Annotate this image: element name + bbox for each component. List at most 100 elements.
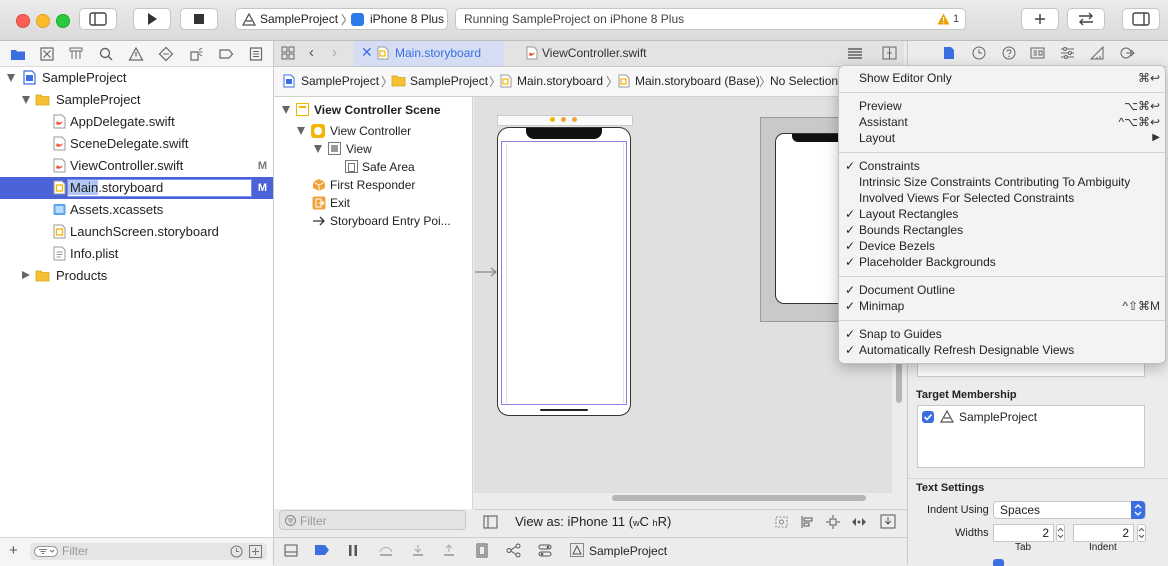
view-hierarchy-icon[interactable]	[475, 543, 489, 558]
breakpoints-toggle-icon[interactable]	[314, 544, 330, 556]
update-frames-icon[interactable]	[774, 515, 789, 529]
menu-item-assistant[interactable]: Assistant ^⌥⌘↩	[839, 114, 1165, 130]
editor-options-lines-icon[interactable]	[847, 47, 863, 60]
split-editor-icon[interactable]	[882, 46, 897, 60]
disclosure-triangle-icon[interactable]	[7, 74, 15, 82]
close-tab-icon[interactable]: ✕	[361, 44, 373, 61]
align-icon[interactable]	[800, 515, 815, 529]
jump-segment-selection[interactable]: No Selection	[770, 74, 838, 88]
tree-row-project[interactable]: SampleProject	[0, 67, 273, 89]
run-button[interactable]	[133, 8, 171, 30]
scheme-selector[interactable]: SampleProject 〉 iPhone 8 Plus	[235, 8, 448, 30]
symbol-hierarchy-icon[interactable]	[68, 46, 84, 62]
file-row-assets[interactable]: Assets.xcassets	[0, 199, 273, 221]
debug-target-label[interactable]: SampleProject	[589, 544, 667, 558]
warning-icon[interactable]	[937, 13, 950, 25]
minimize-window-button[interactable]	[36, 14, 50, 28]
jump-segment-group[interactable]: SampleProject	[410, 74, 488, 88]
dock-view-controller-icon[interactable]	[550, 117, 555, 122]
canvas-horizontal-scrollbar[interactable]	[612, 495, 866, 501]
dock-first-responder-icon[interactable]	[561, 117, 566, 122]
tree-row-products[interactable]: Products	[0, 265, 273, 287]
tree-row-group[interactable]: SampleProject	[0, 89, 273, 111]
disclosure-triangle-icon[interactable]	[297, 127, 305, 135]
storyboard-canvas[interactable]	[474, 97, 902, 501]
navigator-filter-field[interactable]: Filter	[30, 543, 267, 560]
report-list-icon[interactable]	[248, 46, 264, 62]
dock-exit-icon[interactable]	[572, 117, 577, 122]
file-row-infoplist[interactable]: Info.plist	[0, 243, 273, 265]
stepper-icon[interactable]	[1137, 524, 1146, 542]
outline-row-entry-point[interactable]: Storyboard Entry Poi...	[274, 212, 472, 230]
menu-item-refresh-designable[interactable]: ✓ Automatically Refresh Designable Views	[839, 342, 1165, 358]
file-row-main-storyboard[interactable]: Main.storyboard M	[0, 177, 273, 199]
menu-item-snap-to-guides[interactable]: ✓ Snap to Guides	[839, 326, 1165, 342]
disclosure-triangle-icon[interactable]	[22, 96, 30, 104]
step-over-icon[interactable]	[378, 544, 394, 557]
outline-filter-field[interactable]: Filter	[279, 510, 466, 530]
stop-button[interactable]	[180, 8, 218, 30]
connections-arrow-icon[interactable]	[1120, 46, 1135, 60]
menu-item-placeholder-backgrounds[interactable]: ✓ Placeholder Backgrounds	[839, 254, 1165, 270]
jump-segment-file[interactable]: Main.storyboard	[517, 74, 603, 88]
menu-item-document-outline[interactable]: ✓ Document Outline	[839, 282, 1165, 298]
step-in-icon[interactable]	[411, 544, 425, 557]
search-icon[interactable]	[98, 46, 114, 62]
jump-segment-project[interactable]: SampleProject	[301, 74, 379, 88]
menu-item-constraints[interactable]: ✓ Constraints	[839, 158, 1165, 174]
navigator-toggle-button[interactable]	[79, 8, 117, 30]
folder-icon[interactable]	[10, 46, 26, 62]
indent-width-field[interactable]: 2	[1073, 524, 1134, 542]
scene-dock[interactable]	[497, 115, 633, 126]
indent-using-select[interactable]: Spaces	[993, 501, 1146, 519]
device-config-label[interactable]: View as: iPhone 11 (wC hR)	[515, 514, 671, 529]
forward-chevron-icon[interactable]: ›	[332, 44, 337, 61]
file-row-appdelegate[interactable]: AppDelegate.swift	[0, 111, 273, 133]
menu-item-intrinsic-size[interactable]: Intrinsic Size Constraints Contributing …	[839, 174, 1165, 190]
file-row-launchscreen[interactable]: LaunchScreen.storyboard	[0, 221, 273, 243]
menu-item-device-bezels[interactable]: ✓ Device Bezels	[839, 238, 1165, 254]
outline-row-scene[interactable]: View Controller Scene	[274, 101, 472, 119]
size-ruler-icon[interactable]	[1090, 46, 1105, 60]
menu-item-layout-rectangles[interactable]: ✓ Layout Rectangles	[839, 206, 1165, 222]
test-diamond-icon[interactable]	[158, 46, 174, 62]
library-button[interactable]	[1021, 8, 1059, 30]
pause-icon[interactable]	[347, 544, 359, 557]
environment-overrides-icon[interactable]	[538, 543, 552, 558]
inspector-toggle-button[interactable]	[1122, 8, 1160, 30]
memory-graph-icon[interactable]	[506, 543, 522, 558]
menu-item-layout[interactable]: Layout ▶	[839, 130, 1165, 146]
grid-icon[interactable]	[281, 46, 295, 60]
file-inspector-icon[interactable]	[943, 46, 955, 60]
rename-field[interactable]: Main.storyboard	[67, 179, 252, 197]
recent-clock-icon[interactable]	[230, 545, 243, 558]
menu-item-preview[interactable]: Preview ⌥⌘↩	[839, 98, 1165, 114]
menu-item-bounds-rectangles[interactable]: ✓ Bounds Rectangles	[839, 222, 1165, 238]
close-window-button[interactable]	[16, 14, 30, 28]
menu-item-minimap[interactable]: ✓ Minimap ^⇧⌘M	[839, 298, 1165, 314]
disclosure-triangle-icon[interactable]	[22, 271, 30, 279]
iphone-device-frame[interactable]	[497, 127, 631, 416]
step-out-icon[interactable]	[442, 544, 456, 557]
zoom-window-button[interactable]	[56, 14, 70, 28]
outline-row-first-responder[interactable]: First Responder	[274, 176, 472, 194]
target-checkbox[interactable]	[922, 411, 934, 423]
tab-width-field[interactable]: 2	[993, 524, 1054, 542]
attributes-sliders-icon[interactable]	[1060, 46, 1075, 60]
stepper-icon[interactable]	[1056, 524, 1065, 542]
outline-row-view[interactable]: View	[274, 140, 472, 158]
disclosure-triangle-icon[interactable]	[282, 106, 290, 114]
menu-item-show-editor-only[interactable]: Show Editor Only ⌘↩	[839, 70, 1165, 86]
plus-icon[interactable]: +	[9, 542, 18, 559]
tab-main-storyboard[interactable]: ✕ Main.storyboard	[354, 41, 504, 66]
outline-toggle-icon[interactable]	[483, 515, 498, 529]
debug-spray-icon[interactable]	[188, 46, 204, 62]
issue-warning-icon[interactable]	[128, 46, 144, 62]
hide-debug-area-icon[interactable]	[284, 544, 298, 557]
embed-in-icon[interactable]	[880, 514, 896, 529]
identity-inspector-icon[interactable]	[1030, 46, 1045, 60]
quick-help-icon[interactable]	[1002, 46, 1016, 60]
file-row-scenedelegate[interactable]: SceneDelegate.swift	[0, 133, 273, 155]
jump-segment-base[interactable]: Main.storyboard (Base)	[635, 74, 760, 88]
outline-row-exit[interactable]: Exit	[274, 194, 472, 212]
